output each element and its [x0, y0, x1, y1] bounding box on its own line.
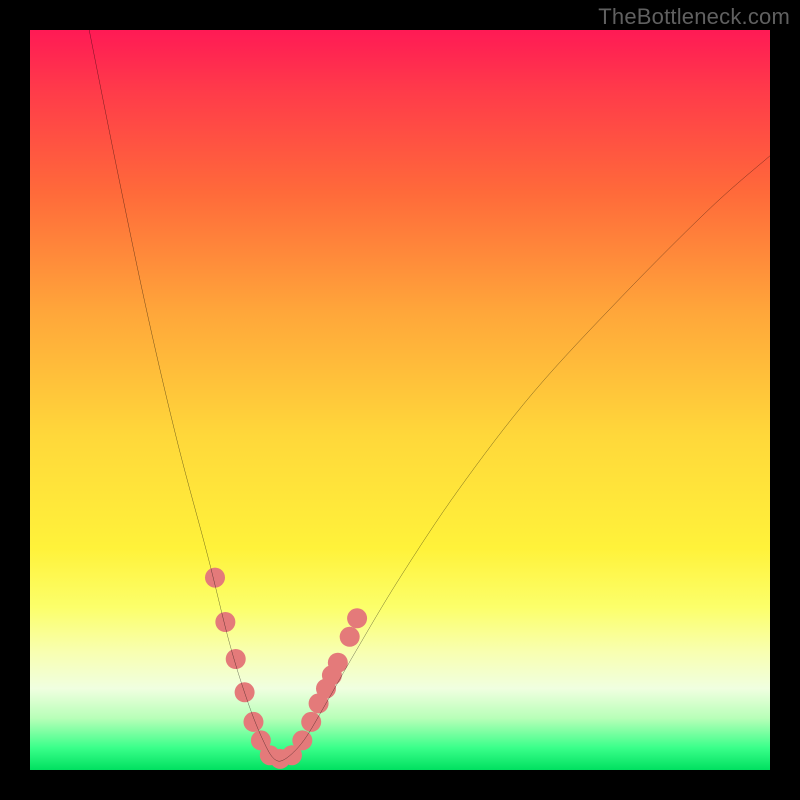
chart-frame: TheBottleneck.com	[0, 0, 800, 800]
gradient-background	[30, 30, 770, 770]
watermark-text: TheBottleneck.com	[598, 4, 790, 30]
